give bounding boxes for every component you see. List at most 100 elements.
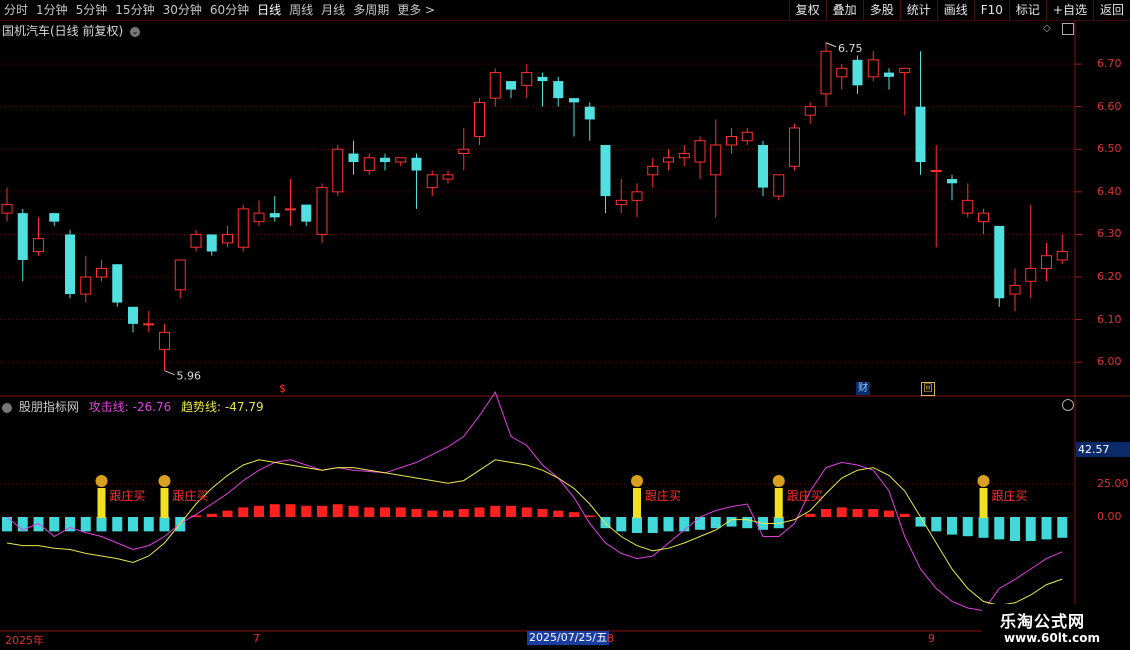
histogram-bar-45 [710,517,721,529]
histogram-bar-27 [427,510,438,517]
indicator-menu-icon[interactable] [2,402,12,413]
money-bag-icon-4 [977,475,990,487]
trend-line-label: 趋势线: -47.79 [181,400,264,414]
histogram-bar-56 [884,510,894,517]
candle-body-5 [80,276,92,295]
candle-body-24 [380,157,390,163]
candle-body-28 [442,174,454,180]
candle-body-11 [174,259,186,291]
price-tick-2: 6.50 [1097,142,1122,156]
histogram-bar-29 [458,509,469,517]
candle-body-17 [269,213,280,218]
histogram-bar-8 [128,517,138,532]
histogram-bar-32 [506,505,516,517]
indicator-value-badge: 42.57 [1076,442,1130,457]
histogram-bar-63 [994,517,1005,540]
candle-body-59 [930,170,942,173]
candle-body-25 [395,157,407,163]
signal-label-4: 跟庄买 [992,488,1028,503]
candle-body-52 [820,50,832,95]
histogram-bar-31 [490,505,501,517]
candle-body-20 [316,187,328,235]
candle-body-13 [206,234,217,252]
signal-label-2: 跟庄买 [645,488,681,503]
indicator-name: 股朋指标网 [18,400,79,414]
high-pointer [825,42,837,48]
price-tick-3: 6.40 [1097,184,1122,198]
candle-body-44 [694,140,706,163]
histogram-bar-60 [947,517,957,535]
candle-body-54 [852,59,863,86]
candle-body-60 [947,179,957,184]
low-label: 5.96 [177,370,202,383]
price-tick-5: 6.20 [1097,270,1122,283]
histogram-bar-9 [143,517,154,532]
histogram-bar-53 [836,507,847,517]
candle-body-64 [1009,285,1021,295]
signal-bar-3 [774,488,783,518]
candle-body-66 [1041,255,1052,269]
histogram-bar-22 [348,505,359,517]
money-bag-icon-0 [95,475,108,487]
candle-body-4 [65,234,75,295]
histogram-bar-55 [868,509,879,517]
histogram-bar-43 [679,517,690,532]
candle-body-36 [569,98,579,103]
histogram-bar-66 [1041,517,1052,540]
candle-body-3 [49,213,60,222]
histogram-bar-7 [112,517,123,532]
low-pointer [164,370,175,376]
finance-marker[interactable]: 财 [856,382,870,395]
candle-body-48 [758,144,768,188]
candle-body-14 [222,233,233,244]
money-bag-icon-2 [631,475,643,487]
candle-body-37 [584,106,595,120]
histogram-bar-61 [962,517,973,537]
histogram-bar-58 [915,517,926,527]
signal-label-0: 跟庄买 [110,488,146,503]
candle-body-6 [96,267,107,278]
histogram-bar-15 [238,507,249,517]
candle-body-49 [773,174,785,197]
date-label-aug: 8 [607,632,614,645]
indicator-settings-icon[interactable] [1062,399,1074,411]
candle-body-23 [363,157,375,172]
logo-title: 乐淘公式网 [1000,612,1086,631]
candle-body-16 [253,212,265,223]
histogram-bar-5 [80,517,91,532]
candle-body-0 [1,204,13,214]
histogram-bar-3 [49,517,60,532]
histogram-bar-20 [317,505,327,517]
candle-body-50 [789,127,800,167]
dollar-marker[interactable]: $ [279,382,286,395]
candle-body-61 [962,199,974,214]
candle-body-53 [836,67,848,78]
candle-body-30 [474,101,485,137]
price-chart[interactable]: 6.75 5.96 跟庄买 跟庄买 跟庄买 跟庄买 跟庄买 [0,0,1130,650]
candle-body-26 [411,157,422,171]
back-marker[interactable]: 回 [921,382,935,396]
logo-url: www.60lt.com [1004,631,1101,645]
histogram-bar-6 [96,517,107,532]
date-label-july: 7 [253,632,260,645]
histogram-bar-30 [474,507,485,517]
indicator-title: 股朋指标网 攻击线: -26.76 趋势线: -47.79 [2,398,264,415]
candle-body-45 [710,144,722,176]
histogram-bar-36 [569,512,579,517]
signal-label-3: 跟庄买 [787,488,823,503]
histogram-bar-33 [521,507,532,517]
candle-body-18 [285,208,296,211]
histogram-bar-26 [411,509,422,517]
histogram-bar-47 [742,517,753,529]
candle-body-51 [804,106,816,116]
histogram-bar-14 [222,510,233,517]
price-tick-6: 6.10 [1097,312,1122,326]
histogram-bar-16 [254,505,264,517]
price-tick-1: 6.60 [1097,99,1122,113]
signal-bar-0 [97,488,106,518]
indicator-axis-25: 25.00 [1097,477,1129,490]
histogram-bar-24 [380,507,390,517]
histogram-bar-39 [616,517,627,532]
money-bag-icon-3 [772,475,785,487]
histogram-bar-21 [332,504,343,517]
